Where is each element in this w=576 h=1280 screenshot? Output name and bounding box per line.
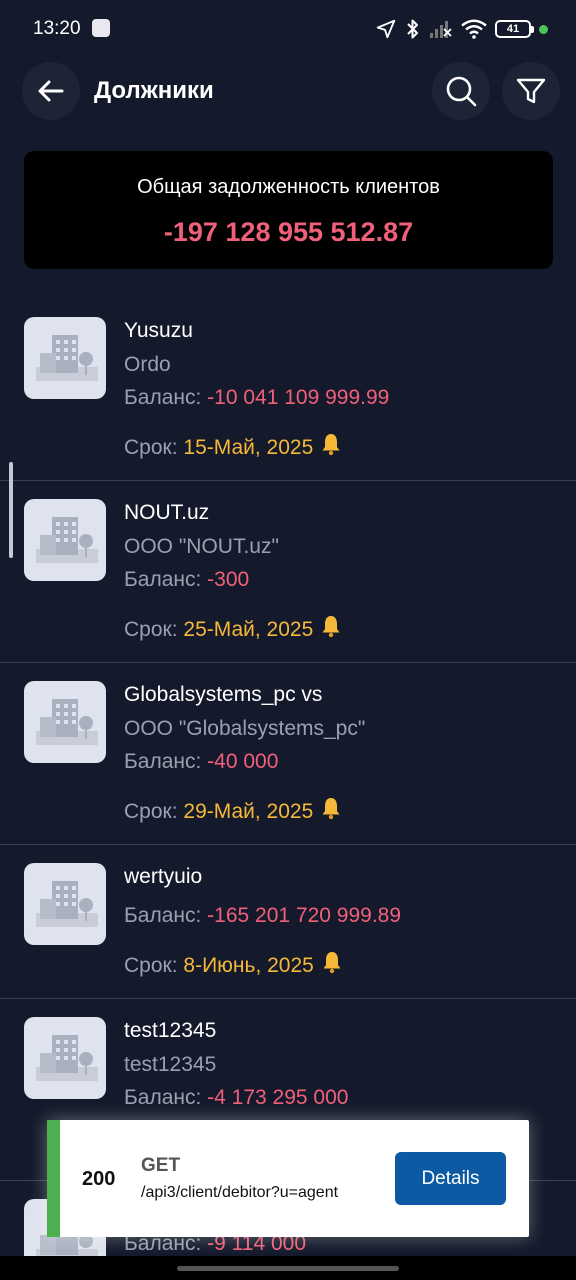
square-icon xyxy=(92,19,110,37)
debtor-row[interactable]: Yusuzu Ordo Баланс: -10 041 109 999.99 С… xyxy=(0,300,576,481)
bell-icon xyxy=(322,616,340,638)
divider xyxy=(0,844,576,845)
debtor-name: Globalsystems_pc vs xyxy=(124,683,323,706)
funnel-icon xyxy=(516,78,546,104)
due-label: Срок: xyxy=(124,954,184,977)
signal-off-icon xyxy=(430,21,452,38)
balance-value: -40 000 xyxy=(207,750,279,773)
filter-button[interactable] xyxy=(502,62,560,120)
total-debt-label: Общая задолженность клиентов xyxy=(137,176,440,198)
toast-path: /api3/client/debitor?u=agent xyxy=(141,1184,339,1201)
divider xyxy=(0,480,576,481)
debtor-balance: Баланс: -40 000 xyxy=(124,750,278,774)
debtor-name: NOUT.uz xyxy=(124,501,210,524)
bell-icon xyxy=(322,798,340,820)
charging-dot-icon xyxy=(539,24,548,34)
balance-label: Баланс: xyxy=(124,1086,208,1109)
debtor-balance: Баланс: -4 173 295 000 xyxy=(124,1086,348,1110)
status-icons: 41 xyxy=(375,16,548,42)
balance-value: -300 xyxy=(207,568,250,591)
debtor-due: Срок: 15-Май, 2025 xyxy=(124,432,343,460)
balance-label: Баланс: xyxy=(124,568,208,591)
due-value: 25-Май, 2025 xyxy=(183,618,314,641)
arrow-left-icon xyxy=(38,80,64,102)
debtor-balance: Баланс: -10 041 109 999.99 xyxy=(124,386,389,410)
search-icon xyxy=(446,76,477,107)
due-label: Срок: xyxy=(124,800,184,823)
app-bar: Должники xyxy=(0,62,576,122)
due-value: 8-Июнь, 2025 xyxy=(183,954,314,977)
debtor-name: test12345 xyxy=(124,1019,217,1042)
building-avatar-icon xyxy=(24,863,106,945)
debtor-due: Срок: 29-Май, 2025 xyxy=(124,796,343,824)
balance-label: Баланс: xyxy=(124,750,208,773)
battery-level: 41 xyxy=(506,23,520,35)
balance-value: -165 201 720 999.89 xyxy=(207,904,402,927)
building-avatar-icon xyxy=(24,681,106,763)
debtor-company: Ordo xyxy=(124,353,171,376)
toast-method: GET xyxy=(141,1155,181,1176)
total-debt-value: -197 128 955 512.87 xyxy=(163,217,414,247)
divider xyxy=(0,998,576,999)
due-value: 29-Май, 2025 xyxy=(183,800,314,823)
building-avatar-icon xyxy=(24,499,106,581)
divider xyxy=(0,662,576,663)
bluetooth-icon xyxy=(407,19,418,39)
bell-icon xyxy=(323,952,341,974)
scrollbar-thumb[interactable] xyxy=(9,462,13,558)
back-button[interactable] xyxy=(22,62,80,120)
balance-label: Баланс: xyxy=(124,386,208,409)
debtor-row[interactable]: Globalsystems_pc vs ООО "Globalsystems_p… xyxy=(0,664,576,845)
debtor-company: ООО "Globalsystems_pc" xyxy=(124,717,366,740)
debtor-company: ООО "NOUT.uz" xyxy=(124,535,279,558)
building-avatar-icon xyxy=(24,317,106,399)
status-bar: 13:20 41 xyxy=(0,0,576,58)
balance-label: Баланс: xyxy=(124,904,208,927)
gesture-bar xyxy=(0,1256,576,1280)
wifi-icon xyxy=(461,19,487,39)
status-time: 13:20 xyxy=(33,18,81,39)
due-label: Срок: xyxy=(124,436,184,459)
debtor-balance: Баланс: -165 201 720 999.89 xyxy=(124,904,401,928)
due-label: Срок: xyxy=(124,618,184,641)
details-button[interactable]: Details xyxy=(395,1152,506,1205)
toast-status-code: 200 xyxy=(82,1168,116,1190)
debtor-name: Yusuzu xyxy=(124,319,193,342)
bell-icon xyxy=(322,434,340,456)
home-indicator[interactable] xyxy=(177,1266,399,1271)
battery-icon: 41 xyxy=(495,20,534,38)
location-arrow-icon xyxy=(376,19,396,39)
debtor-balance: Баланс: -300 xyxy=(124,568,249,592)
page-title: Должники xyxy=(94,77,214,104)
building-avatar-icon xyxy=(24,1017,106,1099)
toast-status-accent xyxy=(47,1120,60,1237)
balance-value: -4 173 295 000 xyxy=(207,1086,349,1109)
debtor-row[interactable]: wertyuio Баланс: -165 201 720 999.89 Сро… xyxy=(0,846,576,999)
search-button[interactable] xyxy=(432,62,490,120)
debtor-due: Срок: 8-Июнь, 2025 xyxy=(124,950,344,978)
balance-value: -10 041 109 999.99 xyxy=(207,386,390,409)
debtor-due: Срок: 25-Май, 2025 xyxy=(124,614,343,642)
debtor-company: test12345 xyxy=(124,1053,217,1076)
debtor-row[interactable]: NOUT.uz ООО "NOUT.uz" Баланс: -300 Срок:… xyxy=(0,482,576,663)
debtor-name: wertyuio xyxy=(124,865,203,888)
network-toast: 200 GET /api3/client/debitor?u=agent Det… xyxy=(47,1120,529,1237)
total-debt-card: Общая задолженность клиентов -197 128 95… xyxy=(24,151,553,269)
due-value: 15-Май, 2025 xyxy=(183,436,314,459)
